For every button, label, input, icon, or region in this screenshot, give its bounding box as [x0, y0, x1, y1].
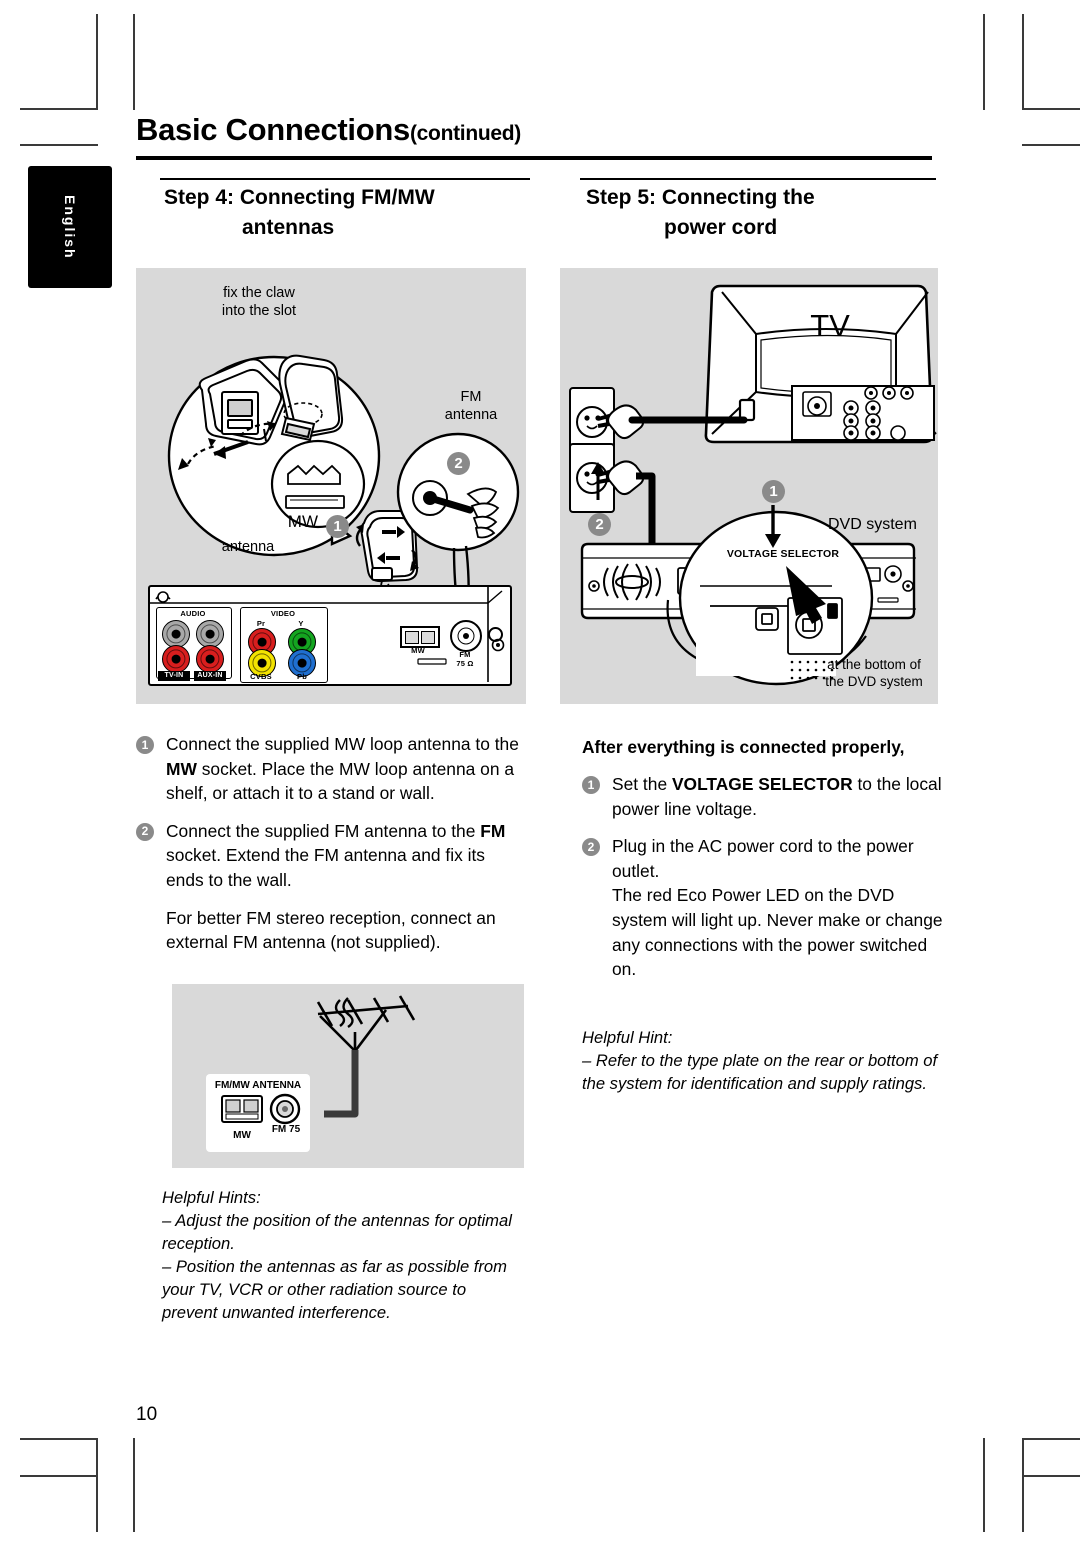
- figure-external-fm-antenna: FM/MW ANTENNA MW FM 75: [172, 984, 524, 1168]
- crop-mark-bottom-left-v2: [133, 1438, 135, 1532]
- step4-heading-line2: antennas: [242, 216, 335, 239]
- dvd-system-label: DVD system: [828, 516, 917, 533]
- figure-mw-antenna-label: MW: [188, 513, 318, 531]
- fm-socket-label-line2: 75 Ω: [456, 659, 474, 668]
- badge-left-1: 1: [136, 736, 154, 754]
- fm-socket-label-line1: FM: [459, 650, 471, 659]
- left-step-1-text: Connect the supplied MW loop antenna to …: [166, 734, 519, 804]
- mw-terminal-block: [400, 626, 440, 648]
- page-number: 10: [136, 1404, 158, 1425]
- dvd-bottom-note-line1: at the bottom of: [827, 657, 921, 672]
- crop-mark-bottom-right-h: [1022, 1438, 1080, 1440]
- left-note: For better FM stereo reception, connect …: [136, 906, 526, 955]
- right-step-1-text: Set the VOLTAGE SELECTOR to the local po…: [612, 774, 942, 819]
- crop-mark-top-left-v: [96, 14, 98, 110]
- fm-coax-socket: [450, 620, 482, 652]
- fm-socket-label: FM 75 Ω: [448, 650, 482, 668]
- badge-plug-step2: 2: [588, 513, 611, 536]
- page-title: Basic Connections(continued): [136, 112, 936, 148]
- audio-group-label: AUDIO: [180, 609, 206, 618]
- left-helpful-hints: Helpful Hints: – Adjust the position of …: [162, 1186, 522, 1324]
- jack-label-tvin: TV-IN: [158, 671, 190, 681]
- crop-mark-top-left-v2: [133, 14, 135, 110]
- left-note-text: For better FM stereo reception, connect …: [166, 907, 496, 953]
- crop-mark-top-right-v2: [1022, 14, 1024, 110]
- left-hint-1: – Adjust the position of the antennas fo…: [162, 1211, 512, 1253]
- right-hint-1: – Refer to the type plate on the rear or…: [582, 1051, 938, 1093]
- page-title-main: Basic Connections: [136, 112, 410, 147]
- title-divider: [136, 156, 932, 160]
- right-column-body: After everything is connected properly, …: [582, 736, 952, 995]
- crop-mark-bottom-right-h2: [1022, 1475, 1080, 1477]
- dvd-bottom-note-line2: the DVD system: [825, 674, 923, 689]
- right-step-2: 2 Plug in the AC power cord to the power…: [582, 834, 952, 982]
- left-step-1: 1 Connect the supplied MW loop antenna t…: [136, 732, 526, 806]
- jack-label-pr: Pr: [256, 619, 266, 628]
- crop-mark-top-right-h: [1022, 108, 1080, 110]
- badge-right-2: 2: [582, 838, 600, 857]
- external-antenna-mw-label: MW: [233, 1130, 251, 1141]
- figure-fm-mw-antenna: fix the claw into the slot FM antenna 2 …: [136, 268, 526, 704]
- mw-antenna-label-line2: antenna: [221, 539, 275, 555]
- right-step-1: 1 Set the VOLTAGE SELECTOR to the local …: [582, 772, 952, 821]
- page-title-suffix: (continued): [409, 122, 521, 145]
- mw-antenna-label-line1: MW: [287, 512, 318, 531]
- left-hint-2: – Position the antennas as far as possib…: [162, 1257, 507, 1322]
- fm-antenna-label-line1: FM: [460, 389, 482, 405]
- right-hint-title: Helpful Hint:: [582, 1028, 673, 1047]
- rca-jack-tvin-audio: [162, 620, 190, 648]
- dvd-rear-panel-left: AUDIO TV-IN AUX-IN VIDEO Pr Y CVBS Pb MW…: [148, 585, 512, 686]
- step5-heading-line1: Step 5: Connecting the: [586, 186, 815, 209]
- language-tab: English: [28, 166, 112, 288]
- external-antenna-fm-label: FM 75: [271, 1124, 301, 1135]
- fm-antenna-label-line2: antenna: [444, 407, 498, 423]
- rca-jack-auxin-red: [196, 645, 224, 673]
- step5-rule: [580, 178, 936, 180]
- tv-label: TV: [810, 308, 850, 343]
- step4-heading-line1: Step 4: Connecting FM/MW: [164, 186, 435, 209]
- mw-socket-label: MW: [411, 646, 425, 655]
- power-cord-illustration: [569, 284, 937, 686]
- step4-rule: [160, 178, 530, 180]
- language-tab-label: English: [62, 194, 78, 260]
- figure-power-cord: TV DVD system 1 2 VOLTAGE SELECTOR at th…: [560, 268, 938, 704]
- crop-mark-bottom-left-h2: [20, 1475, 98, 1477]
- right-step-2-text: Plug in the AC power cord to the power o…: [612, 836, 943, 980]
- rca-jack-tvin-red: [162, 645, 190, 673]
- step4-heading: Step 4: Connecting FM/MW antennas: [164, 183, 544, 243]
- jack-label-cvbs: CVBS: [250, 672, 272, 681]
- right-helpful-hint: Helpful Hint: – Refer to the type plate …: [582, 1026, 948, 1095]
- badge-mw-step1: 1: [326, 515, 349, 538]
- left-column-body: 1 Connect the supplied MW loop antenna t…: [136, 732, 526, 968]
- crop-mark-top-right-v: [983, 14, 985, 110]
- rca-jack-auxin-audio: [196, 620, 224, 648]
- left-step-2: 2 Connect the supplied FM antenna to the…: [136, 819, 526, 893]
- video-group-label: VIDEO: [270, 609, 296, 618]
- crop-mark-top-left-h: [20, 108, 98, 110]
- badge-voltage-selector-step1: 1: [762, 480, 785, 503]
- dvd-bottom-note: at the bottom of the DVD system: [812, 656, 936, 690]
- crop-mark-bottom-right-v: [983, 1438, 985, 1532]
- crop-mark-bottom-left-v: [96, 1438, 98, 1532]
- badge-left-2: 2: [136, 822, 154, 841]
- crop-mark-bottom-right-v2: [1022, 1438, 1024, 1532]
- left-hint-title: Helpful Hints:: [162, 1188, 261, 1207]
- step5-heading: Step 5: Connecting the power cord: [586, 183, 956, 243]
- crop-mark-bottom-left-h: [20, 1438, 98, 1440]
- right-subhead: After everything is connected properly,: [582, 737, 905, 757]
- badge-right-1: 1: [582, 776, 600, 794]
- badge-fm-step2: 2: [447, 452, 470, 475]
- jack-label-auxin: AUX-IN: [194, 671, 226, 681]
- external-antenna-box-title: FM/MW ANTENNA: [214, 1080, 302, 1091]
- figure-fm-antenna-label: FM antenna: [426, 388, 516, 424]
- crop-mark-top-left-h2: [20, 144, 98, 146]
- voltage-selector-label: VOLTAGE SELECTOR: [726, 548, 840, 560]
- panel-hole: [488, 627, 503, 642]
- left-step-2-text: Connect the supplied FM antenna to the F…: [166, 820, 506, 890]
- jack-label-pb: Pb: [297, 672, 307, 681]
- jack-label-y: Y: [298, 619, 304, 628]
- crop-mark-top-right-h2: [1022, 144, 1080, 146]
- step5-heading-line2: power cord: [664, 216, 778, 239]
- figure-mw-antenna-label2: antenna: [178, 538, 318, 556]
